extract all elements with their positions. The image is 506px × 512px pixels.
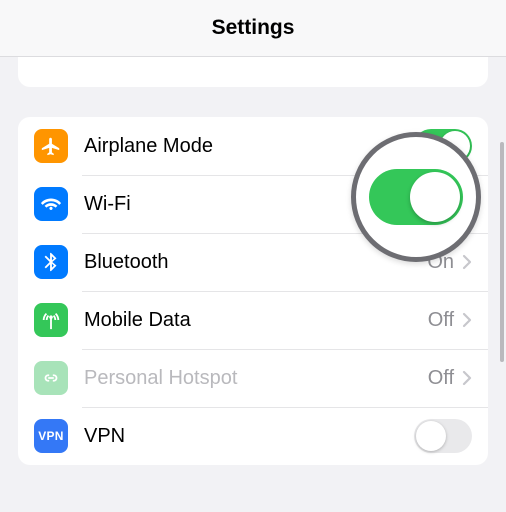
previous-group-fragment [18,57,488,87]
row-vpn[interactable]: VPN VPN [18,407,488,465]
vpn-label: VPN [84,425,414,448]
content-area: Airplane Mode Wi-Fi Off Bluetooth On [0,57,506,512]
toggle-knob [410,172,460,222]
magnified-airplane-toggle [369,169,463,225]
antenna-icon [34,303,68,337]
page-title: Settings [212,16,295,40]
airplane-label: Airplane Mode [84,135,414,158]
mobile-data-label: Mobile Data [84,309,428,332]
chevron-right-icon [462,312,472,328]
chevron-right-icon [462,370,472,386]
personal-hotspot-label: Personal Hotspot [84,367,428,390]
vpn-icon: VPN [34,419,68,453]
toggle-knob [416,421,446,451]
chevron-right-icon [462,254,472,270]
row-mobile-data[interactable]: Mobile Data Off [18,291,488,349]
bluetooth-icon [34,245,68,279]
wifi-icon [34,187,68,221]
airplane-icon [34,129,68,163]
vpn-toggle[interactable] [414,419,472,453]
vpn-icon-text: VPN [38,429,64,443]
row-personal-hotspot[interactable]: Personal Hotspot Off [18,349,488,407]
mobile-data-value: Off [428,309,454,332]
bluetooth-label: Bluetooth [84,251,427,274]
hotspot-icon [34,361,68,395]
navbar: Settings [0,0,506,57]
scrollbar[interactable] [500,142,504,362]
magnifier-highlight [351,132,481,262]
personal-hotspot-value: Off [428,367,454,390]
